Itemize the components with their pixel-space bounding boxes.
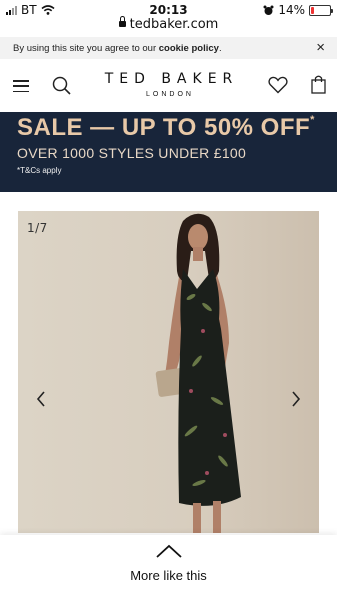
heart-icon[interactable] — [268, 76, 288, 94]
more-like-this-panel[interactable]: More like this — [0, 535, 337, 600]
cookie-policy-link[interactable]: cookie policy — [159, 43, 219, 54]
terms-link[interactable]: *T&Cs apply — [17, 166, 61, 175]
site-header: TED BAKER LONDON — [0, 59, 337, 112]
url-text: tedbaker.com — [129, 17, 219, 32]
sale-headline: SALE — UP TO 50% OFF* — [17, 114, 315, 142]
sale-headline-text: SALE — UP TO 50% OFF — [17, 114, 311, 141]
alarm-icon — [263, 5, 274, 15]
cookie-text: By using this site you agree to our cook… — [13, 43, 222, 54]
image-counter: 1/7 — [27, 221, 48, 235]
address-bar[interactable]: tedbaker.com — [0, 16, 337, 35]
cookie-notice: By using this site you agree to our cook… — [0, 37, 337, 59]
cookie-text-suffix: . — [218, 43, 222, 54]
battery-icon — [309, 4, 333, 16]
status-right: 14% — [263, 3, 333, 17]
battery-percent: 14% — [278, 3, 305, 17]
sale-banner[interactable]: SALE — UP TO 50% OFF* OVER 1000 STYLES U… — [0, 112, 337, 192]
close-icon[interactable]: × — [316, 40, 325, 56]
product-image-gallery[interactable]: 1/7 — [18, 211, 319, 533]
sale-subline: OVER 1000 STYLES UNDER £100 — [17, 145, 247, 161]
sale-asterisk: * — [310, 114, 315, 126]
product-photo — [155, 213, 241, 533]
chevron-left-icon[interactable] — [34, 389, 48, 409]
more-like-this-label[interactable]: More like this — [0, 568, 337, 583]
shopping-bag-icon[interactable] — [311, 74, 326, 94]
chevron-right-icon[interactable] — [289, 389, 303, 409]
status-bar: BT 20:13 14% — [0, 0, 337, 18]
chevron-up-icon[interactable] — [156, 544, 182, 558]
lock-icon — [118, 16, 126, 27]
cookie-text-prefix: By using this site you agree to our — [13, 43, 159, 54]
